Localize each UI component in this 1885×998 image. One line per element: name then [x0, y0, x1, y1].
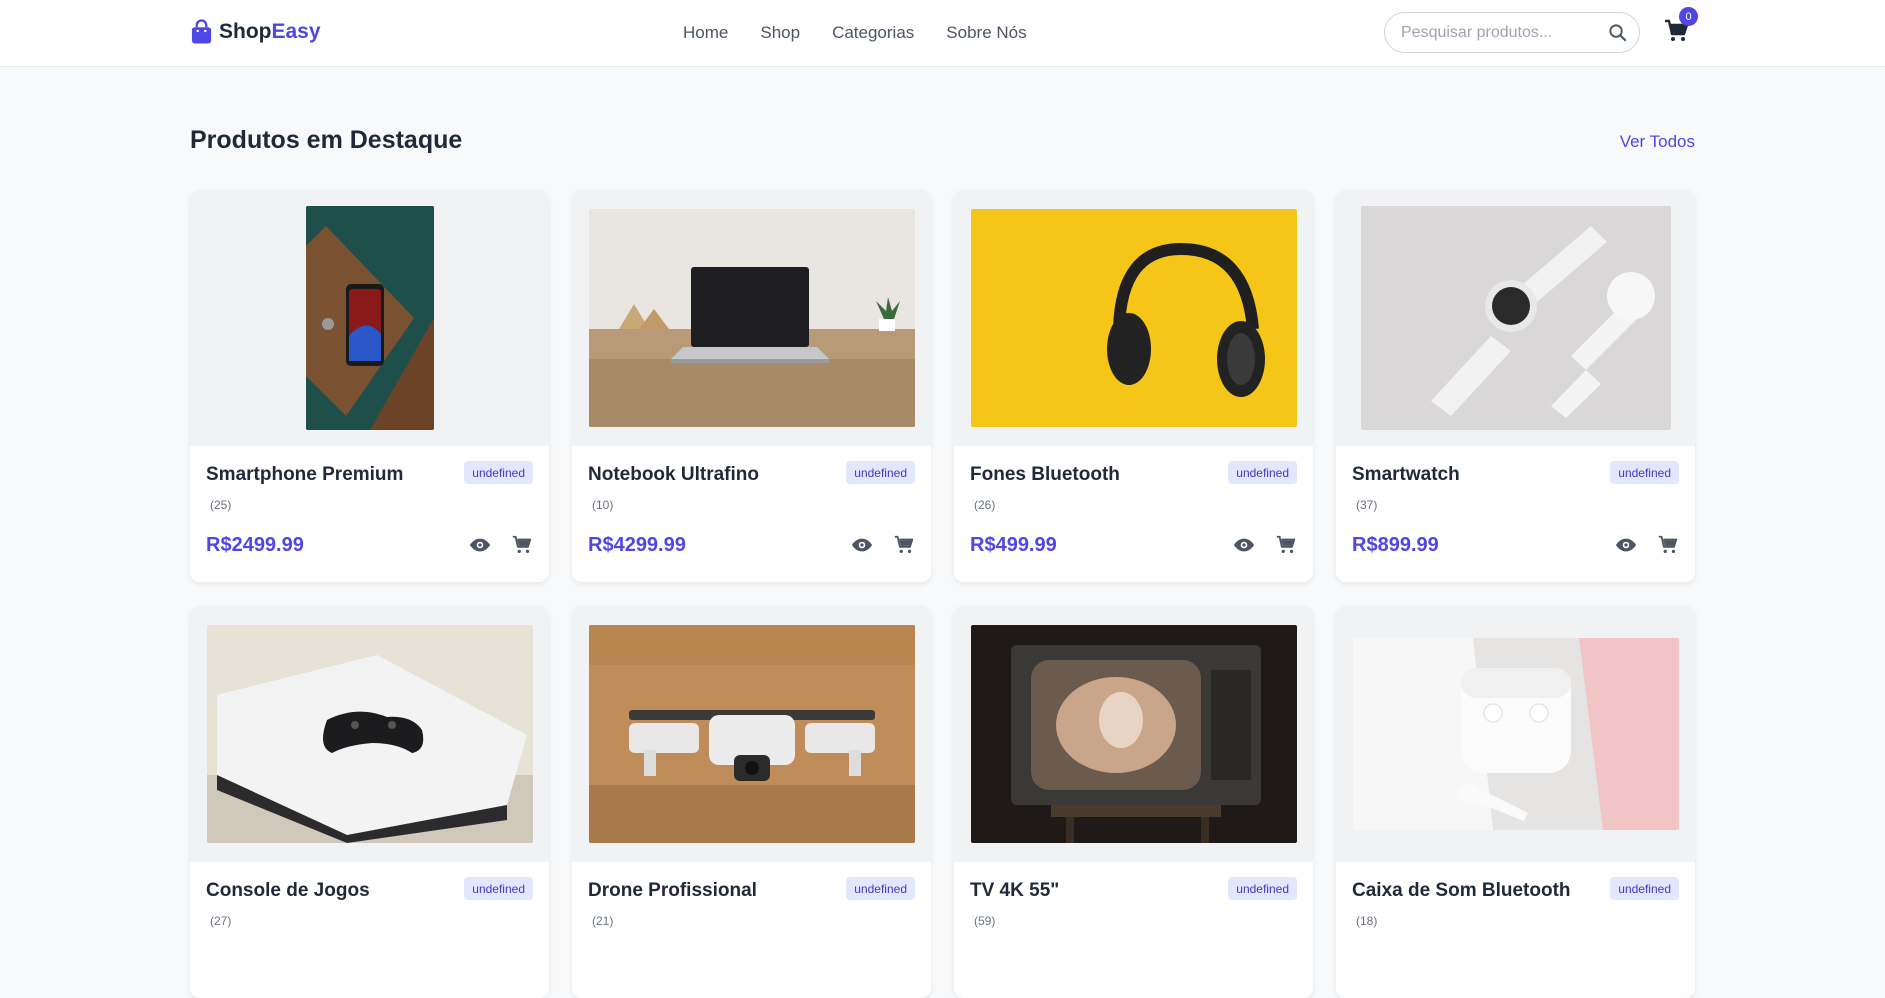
category-badge: undefined — [464, 461, 533, 484]
card-actions — [1595, 534, 1679, 556]
product-image-area[interactable] — [1336, 606, 1695, 862]
rating-count: (27) — [210, 914, 232, 928]
category-badge: undefined — [1610, 461, 1679, 484]
category-badge: undefined — [846, 877, 915, 900]
category-badge: undefined — [1228, 877, 1297, 900]
product-name[interactable]: Fones Bluetooth — [970, 464, 1120, 486]
product-image-area[interactable] — [572, 606, 931, 862]
product-card[interactable]: Smartwatch undefined (37) R$899.99 — [1336, 190, 1695, 582]
brand-name-part1: Shop — [219, 20, 272, 43]
shopping-bag-icon — [191, 19, 212, 44]
search-box — [1384, 12, 1640, 53]
card-actions — [449, 534, 533, 556]
product-image-area[interactable] — [1336, 190, 1695, 446]
product-name[interactable]: Smartphone Premium — [206, 464, 403, 486]
product-price: R$2499.99 — [206, 534, 304, 556]
laptop-photo — [588, 209, 915, 427]
category-badge: undefined — [846, 461, 915, 484]
product-image-area[interactable] — [572, 190, 931, 446]
eye-icon[interactable] — [469, 534, 491, 556]
rating-count: (18) — [1356, 914, 1378, 928]
product-name[interactable]: TV 4K 55" — [970, 880, 1059, 902]
earbuds-photo — [1352, 638, 1679, 830]
product-image-area[interactable] — [954, 190, 1313, 446]
product-name[interactable]: Caixa de Som Bluetooth — [1352, 880, 1571, 902]
category-badge: undefined — [1610, 877, 1679, 900]
product-card[interactable]: Console de Jogos undefined (27) — [190, 606, 549, 998]
product-card[interactable]: Fones Bluetooth undefined (26) R$499.99 — [954, 190, 1313, 582]
search-input[interactable] — [1401, 13, 1601, 52]
add-to-cart-icon[interactable] — [1275, 534, 1297, 556]
product-image-area[interactable] — [190, 190, 549, 446]
product-name[interactable]: Smartwatch — [1352, 464, 1460, 486]
product-price: R$899.99 — [1352, 534, 1439, 556]
eye-icon[interactable] — [1233, 534, 1255, 556]
search-icon[interactable] — [1608, 23, 1627, 42]
navbar: Shop Easy Home Shop Categorias Sobre Nós … — [0, 0, 1885, 67]
product-card[interactable]: Drone Profissional undefined (21) — [572, 606, 931, 998]
rating-count: (21) — [592, 914, 614, 928]
smartphone-photo — [305, 206, 434, 430]
add-to-cart-icon[interactable] — [893, 534, 915, 556]
smartwatch-photo — [1360, 206, 1671, 430]
section-title: Produtos em Destaque — [190, 126, 463, 154]
rating-count: (10) — [592, 498, 614, 512]
category-badge: undefined — [464, 877, 533, 900]
product-card[interactable]: Caixa de Som Bluetooth undefined (18) — [1336, 606, 1695, 998]
headphones-photo — [970, 209, 1297, 427]
main-nav: Home Shop Categorias Sobre Nós — [683, 0, 1059, 66]
rating-count: (37) — [1356, 498, 1378, 512]
nav-link-home[interactable]: Home — [683, 23, 728, 43]
card-actions — [1213, 534, 1297, 556]
product-name[interactable]: Console de Jogos — [206, 880, 370, 902]
rating-count: (25) — [210, 498, 232, 512]
product-name[interactable]: Drone Profissional — [588, 880, 757, 902]
product-price: R$4299.99 — [588, 534, 686, 556]
nav-link-shop[interactable]: Shop — [760, 23, 800, 43]
product-grid: Smartphone Premium undefined (25) R$2499… — [190, 190, 1696, 998]
console-photo — [206, 625, 533, 843]
brand-name-part2: Easy — [271, 20, 321, 43]
product-image-area[interactable] — [954, 606, 1313, 862]
brand-logo[interactable]: Shop Easy — [190, 19, 321, 45]
eye-icon[interactable] — [1615, 534, 1637, 556]
add-to-cart-icon[interactable] — [511, 534, 533, 556]
category-badge: undefined — [1228, 461, 1297, 484]
product-card[interactable]: Notebook Ultrafino undefined (10) R$4299… — [572, 190, 931, 582]
add-to-cart-icon[interactable] — [1657, 534, 1679, 556]
rating-count: (59) — [974, 914, 996, 928]
card-actions — [831, 534, 915, 556]
view-all-link[interactable]: Ver Todos — [1620, 132, 1695, 152]
product-card[interactable]: TV 4K 55" undefined (59) — [954, 606, 1313, 998]
drone-photo — [588, 625, 915, 843]
eye-icon[interactable] — [851, 534, 873, 556]
product-name[interactable]: Notebook Ultrafino — [588, 464, 759, 486]
cart-count-badge: 0 — [1679, 7, 1698, 26]
product-card[interactable]: Smartphone Premium undefined (25) R$2499… — [190, 190, 549, 582]
tv-photo — [970, 625, 1297, 843]
rating-count: (26) — [974, 498, 996, 512]
product-image-area[interactable] — [190, 606, 549, 862]
nav-link-categories[interactable]: Categorias — [832, 23, 914, 43]
nav-link-about[interactable]: Sobre Nós — [946, 23, 1026, 43]
product-price: R$499.99 — [970, 534, 1057, 556]
